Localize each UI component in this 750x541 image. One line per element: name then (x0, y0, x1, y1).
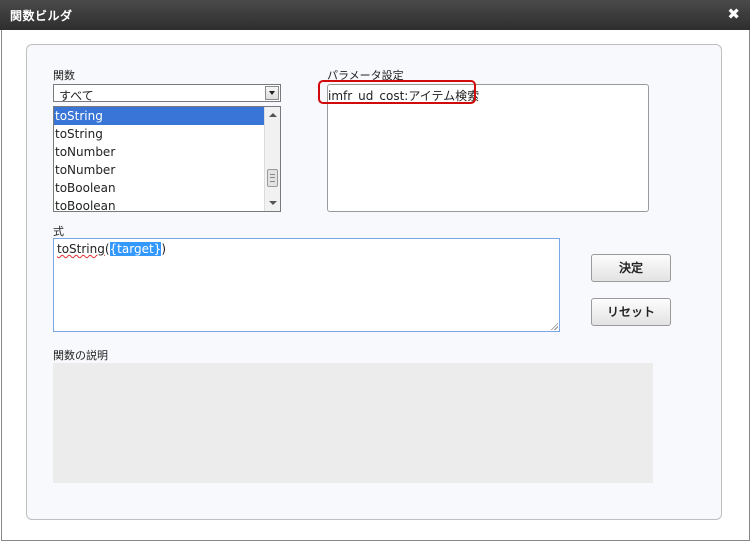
expression-selected-token: {target} (109, 242, 162, 256)
dialog-title: 関数ビルダ (10, 9, 73, 23)
scroll-up-icon[interactable] (269, 113, 277, 117)
description-label: 関数の説明 (53, 349, 108, 362)
scroll-thumb[interactable] (267, 169, 278, 187)
function-list-scrollbar[interactable] (264, 107, 280, 211)
expression-textarea[interactable]: toString({target}) (53, 238, 560, 332)
expression-function-name: toString (57, 242, 105, 256)
function-label: 関数 (53, 69, 75, 82)
parameter-highlight-box (318, 80, 476, 104)
function-list-item[interactable]: toString (54, 125, 265, 143)
close-icon[interactable]: ✖ (727, 6, 740, 22)
expression-text: toString({target}) (57, 242, 166, 256)
dialog-titlebar[interactable]: 関数ビルダ ✖ (0, 0, 750, 30)
expression-open-paren: ( (104, 242, 110, 256)
function-list-item[interactable]: toNumber (54, 161, 265, 179)
function-description-area (53, 363, 653, 483)
confirm-button[interactable]: 決定 (591, 254, 671, 282)
function-list-item[interactable]: toBoolean (54, 179, 265, 197)
function-category-select[interactable]: すべて (53, 84, 281, 103)
function-listbox[interactable]: toString toString toNumber toNumber toBoolea… (53, 106, 281, 212)
scroll-down-icon[interactable] (269, 201, 277, 205)
function-list-item[interactable]: toString (54, 107, 265, 125)
reset-button[interactable]: リセット (591, 298, 671, 326)
function-list: toString toString toNumber toNumber toBoolea… (54, 107, 265, 211)
function-category-value: すべて (59, 89, 94, 103)
resize-grip-icon[interactable] (550, 322, 558, 330)
expression-close-paren: ) (161, 242, 166, 256)
expression-label: 式 (53, 225, 64, 238)
function-list-item[interactable]: toBoolean (54, 197, 265, 211)
function-list-item[interactable]: toNumber (54, 143, 265, 161)
chevron-down-icon[interactable] (265, 86, 279, 100)
